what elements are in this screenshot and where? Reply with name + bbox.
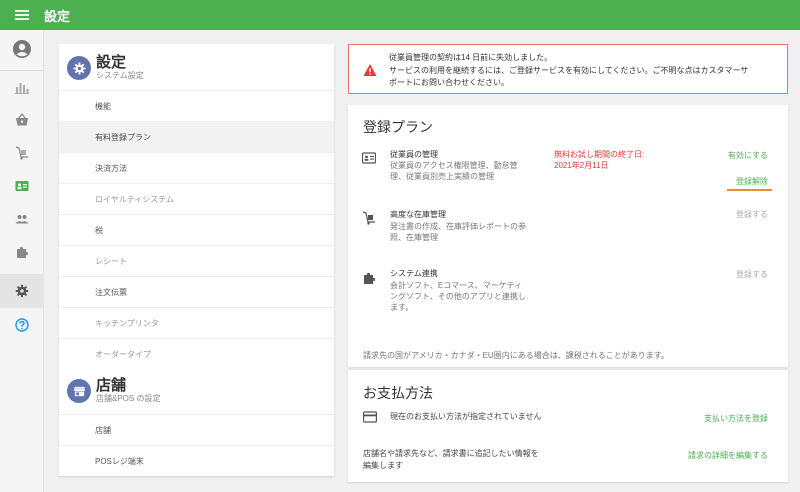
subscribe-inventory-button[interactable]: 登録する <box>708 209 768 220</box>
employee-card-icon <box>15 181 29 191</box>
credit-card-icon <box>363 411 377 423</box>
help-icon <box>15 318 29 332</box>
billing-info-line-2: 編集します <box>363 461 403 470</box>
puzzle-icon <box>364 272 376 284</box>
nav-item-kitchen-printers[interactable]: キッチンプリンタ <box>59 307 334 338</box>
store-icon <box>73 386 85 396</box>
store-badge <box>67 379 91 403</box>
store-section-header: 店舗 店舗&POS の設定 <box>67 378 160 404</box>
settings-section-header: 設定 システム設定 <box>67 55 144 81</box>
trial-end-date: 2021年2月11日 <box>554 161 609 170</box>
register-payment-button[interactable]: 支払い方法を登録 <box>668 413 768 424</box>
settings-section-subtitle: システム設定 <box>96 71 144 80</box>
settings-section-title: 設定 <box>96 54 127 71</box>
rail-item-help[interactable] <box>0 310 44 340</box>
puzzle-icon <box>17 246 29 258</box>
rail-item-integrations[interactable] <box>0 237 44 267</box>
store-section-title: 店舗 <box>96 377 127 394</box>
billing-info-line-1: 店舗名や請求先など、請求書に追記したい情報を <box>363 449 539 458</box>
inventory-icon <box>362 211 375 225</box>
plan-employees-desc-2: 理、従業員別売上実績の管理 <box>390 172 494 181</box>
plans-title: 登録プラン <box>363 119 433 135</box>
nav-item-loyalty[interactable]: ロイヤルティシステム <box>59 183 334 214</box>
expired-contract-alert: 従業員管理の契約は14 日前に失効しました。 サービスの利用を継続するには、ご登… <box>348 44 788 94</box>
plan-inventory-desc-2: 照、在庫管理 <box>390 233 438 242</box>
customers-icon <box>15 215 29 224</box>
rail-item-customers[interactable] <box>0 204 44 234</box>
rail-item-settings[interactable] <box>0 274 44 308</box>
plan-inventory-title: 高度な在庫管理 <box>390 210 446 219</box>
settings-icon <box>15 284 29 298</box>
trial-end-label: 無料お試し期間の終了日: <box>554 150 645 159</box>
plan-employees-desc-1: 従業員のアクセス権限管理、勤怠管 <box>390 161 518 170</box>
nav-item-subscription-plans[interactable]: 有料登録プラン <box>59 121 334 152</box>
store-section-subtitle: 店舗&POS の設定 <box>96 394 161 403</box>
payment-status: 現在のお支払い方法が指定されていません <box>390 412 542 421</box>
plan-integrations-desc-2: ングソフト、その他のアプリと連携し <box>390 292 526 301</box>
app-bar: 設定 <box>0 0 800 30</box>
hamburger-icon <box>15 10 29 20</box>
basket-icon <box>16 113 28 126</box>
nav-item-order-tickets[interactable]: 注文伝票 <box>59 276 334 307</box>
employee-card-icon <box>362 152 376 164</box>
plan-employees-title: 従業員の管理 <box>390 150 438 159</box>
rail-item-employees[interactable] <box>0 171 44 201</box>
rail-divider <box>0 70 44 71</box>
gear-icon <box>73 62 85 74</box>
subscription-plans-card: 登録プラン 従業員の管理 従業員のアクセス権限管理、勤怠管 理、従業員別売上実績… <box>348 105 788 367</box>
nav-item-pos-devices[interactable]: POSレジ端末 <box>59 445 334 476</box>
settings-badge <box>67 56 91 80</box>
rail-item-sales[interactable] <box>0 105 44 135</box>
account-icon[interactable] <box>13 40 31 58</box>
nav-item-payment-methods[interactable]: 決済方法 <box>59 152 334 183</box>
nav-item-stores[interactable]: 店舗 <box>59 414 334 445</box>
alert-line-2: サービスの利用を継続するには、ご登録サービスを有効にしてください。ご不明な点はカ… <box>389 66 749 75</box>
nav-rail <box>0 30 44 492</box>
tax-note: 請求先の国がアメリカ・カナダ・EU圏内にある場合は、課税されることがあります。 <box>363 351 669 360</box>
plan-integrations-desc-3: ます。 <box>390 303 414 312</box>
nav-item-taxes[interactable]: 税 <box>59 214 334 245</box>
nav-item-order-types[interactable]: オーダータイプ <box>59 338 334 369</box>
edit-billing-details-button[interactable]: 請求の詳細を編集する <box>648 450 768 461</box>
plan-inventory-desc-1: 発注書の作成、在庫評価レポートの参 <box>390 222 526 231</box>
warning-icon <box>363 64 377 76</box>
plan-integrations-title: システム連携 <box>390 269 438 278</box>
nav-item-receipts[interactable]: レシート <box>59 245 334 276</box>
unsubscribe-underline <box>727 189 772 191</box>
nav-item-features[interactable]: 機能 <box>59 90 334 121</box>
alert-line-3: ポートにお問い合わせください。 <box>389 78 509 87</box>
plan-integrations-desc-1: 会計ソフト、Eコマース、マーケティ <box>390 281 523 290</box>
inventory-icon <box>15 146 28 160</box>
unsubscribe-employees-button[interactable]: 登録解除 <box>708 176 768 187</box>
payment-title: お支払方法 <box>363 385 433 401</box>
rail-item-inventory[interactable] <box>0 138 44 168</box>
subscribe-integrations-button[interactable]: 登録する <box>708 269 768 280</box>
rail-item-analytics[interactable] <box>0 72 44 102</box>
payment-method-card: お支払方法 現在のお支払い方法が指定されていません 支払い方法を登録 店舗名や請… <box>348 369 788 482</box>
analytics-icon <box>15 83 29 94</box>
settings-menu-card: 設定 システム設定 機能 有料登録プラン 決済方法 ロイヤルティシステム 税 レ… <box>59 44 334 476</box>
menu-button[interactable] <box>0 0 44 30</box>
enable-employees-button[interactable]: 有効にする <box>708 150 768 161</box>
alert-line-1: 従業員管理の契約は14 日前に失効しました。 <box>389 53 553 62</box>
page-title: 設定 <box>44 8 71 24</box>
